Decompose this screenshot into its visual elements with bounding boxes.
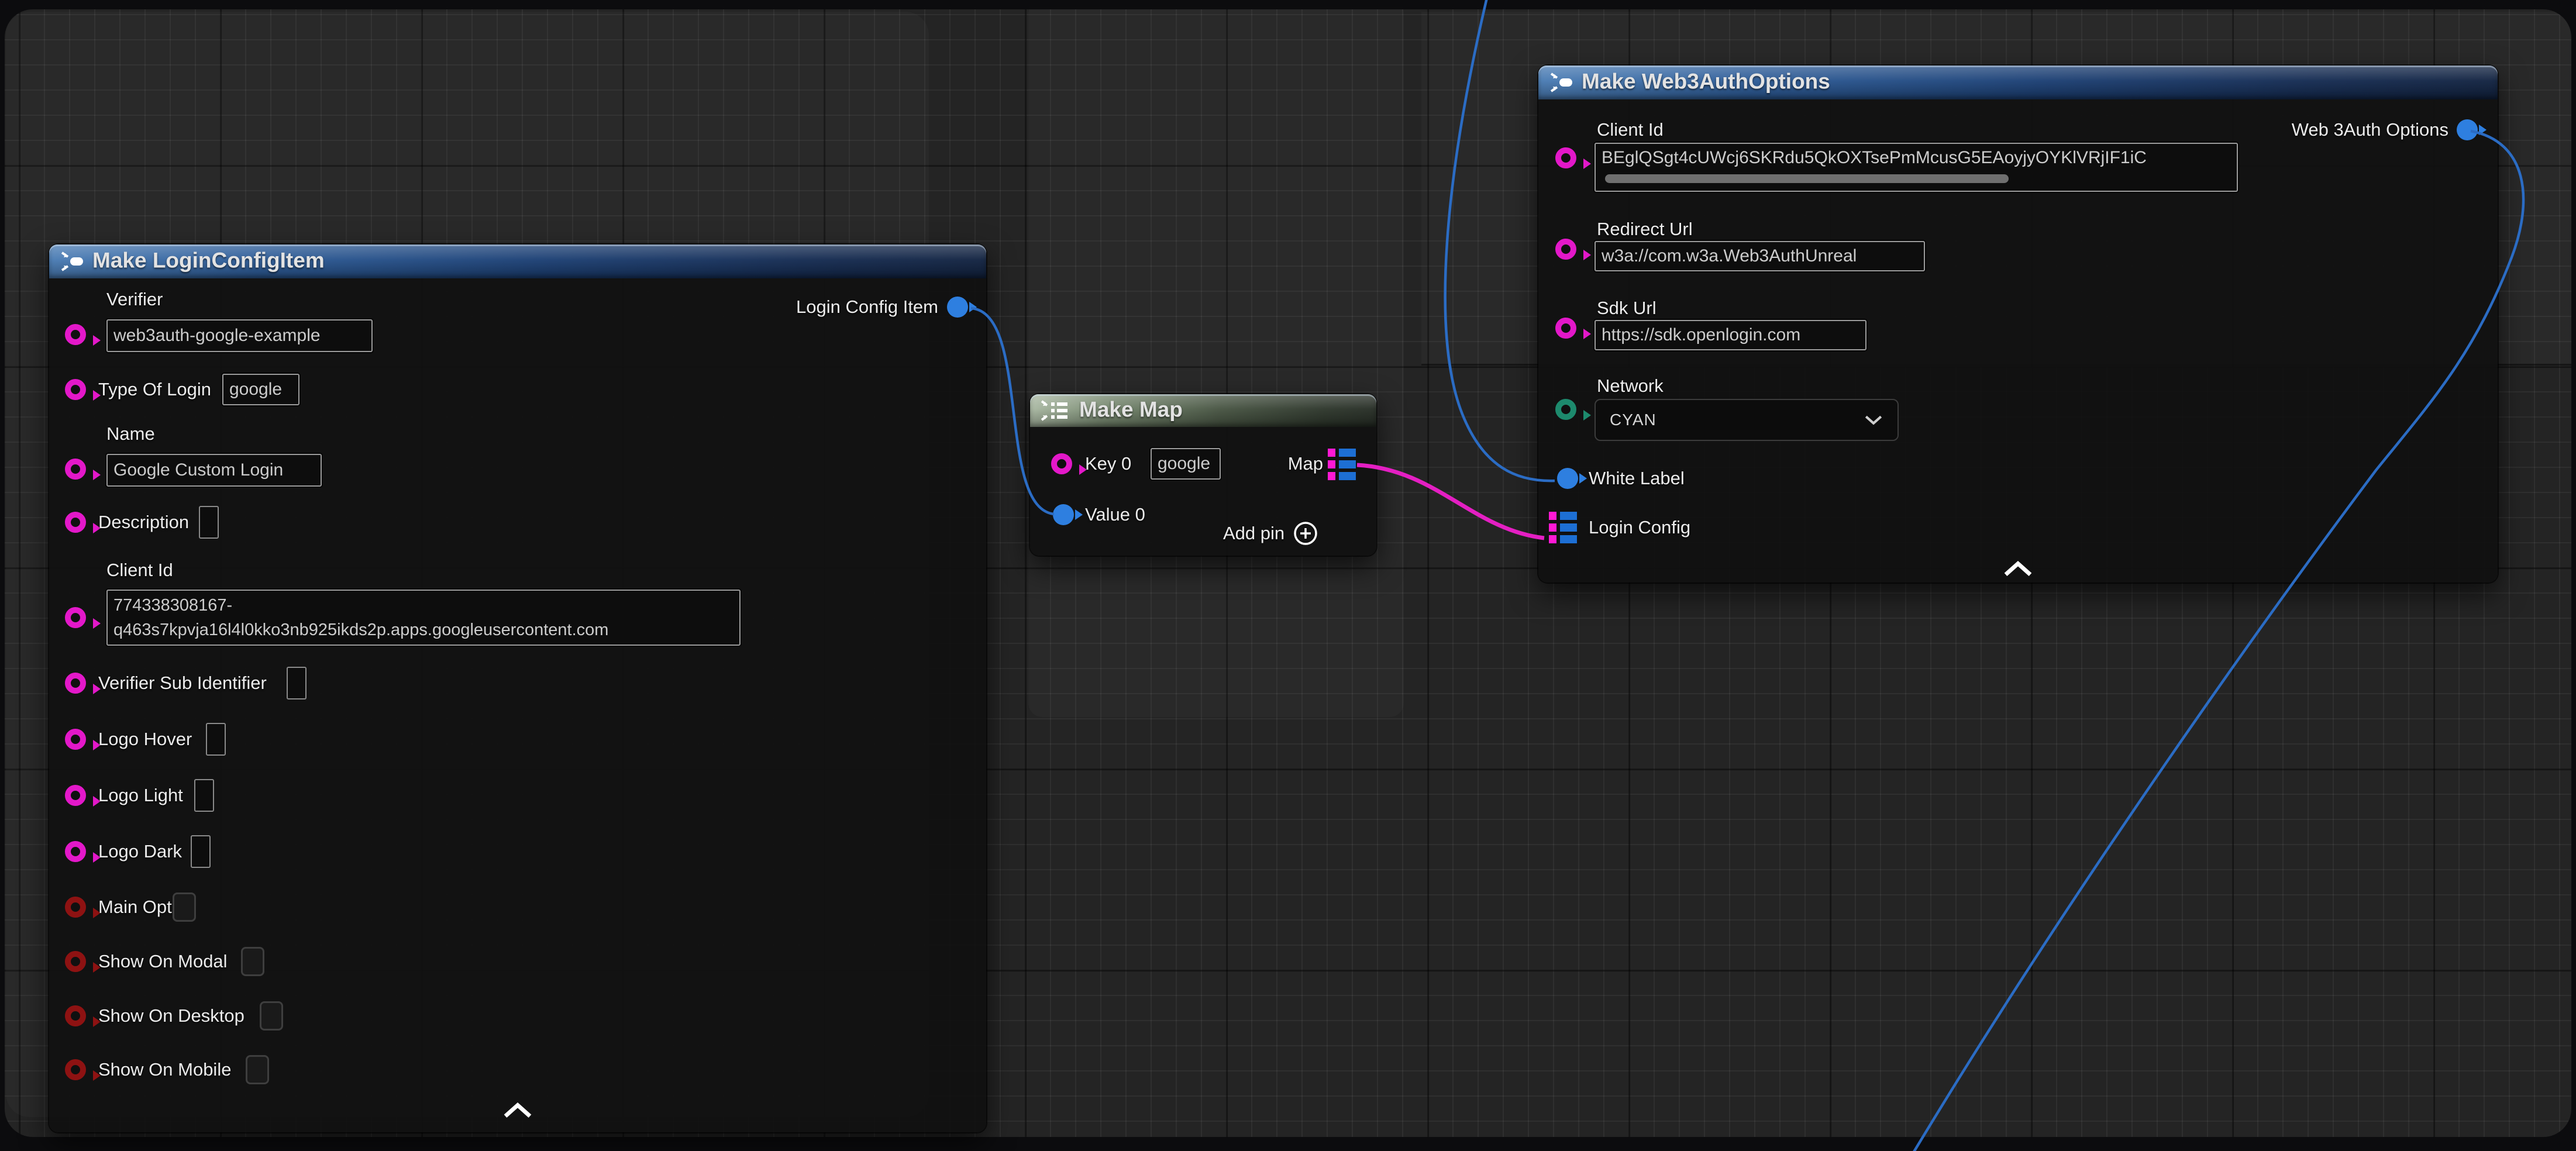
pin-label-key-0: Key 0 [1085,453,1131,474]
make-struct-icon [58,248,85,275]
client-id-line1: 774338308167- [113,593,733,618]
name-input[interactable] [106,454,322,487]
graph-region-middle [1028,9,1404,717]
collapse-node-chevron-icon[interactable] [501,1102,534,1119]
add-pin-button[interactable]: Add pin [1223,521,1318,546]
add-pin-label: Add pin [1223,523,1284,544]
pin-label-redirect-url: Redirect Url [1597,219,1693,240]
pin-label-show-on-mobile: Show On Mobile [98,1059,231,1080]
pin-label-value-0: Value 0 [1085,504,1145,525]
pin-label-verifier: Verifier [106,289,163,310]
pin-label-login-config: Login Config [1589,517,1690,538]
pin-label-logo-hover: Logo Hover [98,729,192,750]
pin-verifier-sub-identifier[interactable] [65,673,86,694]
sdk-url-input[interactable] [1594,320,1866,350]
pin-label-logo-dark: Logo Dark [98,841,182,862]
pin-description[interactable] [65,512,86,533]
network-dropdown-value: CYAN [1610,411,1657,429]
pin-label-map: Map [1230,453,1323,474]
client-id-input[interactable]: 774338308167- q463s7kpvja16l4l0kko3nb925… [106,590,741,646]
client-id-input[interactable]: BEglQSgt4cUWcj6SKRdu5QkOXTsePmMcusG5EAoy… [1594,143,2238,192]
pin-label-client-id: Client Id [106,560,173,581]
pin-show-on-modal[interactable] [65,951,86,972]
pin-key-0[interactable] [1051,453,1072,474]
add-pin-plus-icon [1293,521,1318,546]
client-id-line2: q463s7kpvja16l4l0kko3nb925ikds2p.apps.go… [113,618,733,642]
redirect-url-input[interactable] [1594,241,1925,271]
show-on-modal-checkbox[interactable] [241,947,264,976]
pin-label-white-label: White Label [1589,468,1685,489]
main-option-checkbox[interactable] [173,892,196,922]
chevron-down-icon [1864,414,1883,426]
pin-verifier[interactable] [65,324,86,345]
logo-dark-input[interactable] [191,835,211,868]
type-of-login-input[interactable] [222,374,299,405]
pin-label-type-of-login: Type Of Login [98,379,211,400]
pin-client-id[interactable] [1555,147,1576,168]
pin-client-id[interactable] [65,607,86,628]
node-title: Make LoginConfigItem [92,248,325,273]
key-0-input[interactable] [1151,448,1221,480]
pin-map-output[interactable] [1328,449,1356,480]
pin-label-client-id: Client Id [1597,119,1664,140]
pin-show-on-desktop[interactable] [65,1005,86,1026]
pin-label-verifier-sub-identifier: Verifier Sub Identifier [98,673,267,694]
verifier-sub-identifier-input[interactable] [287,667,306,699]
make-map-icon [1039,398,1070,423]
pin-redirect-url[interactable] [1555,239,1576,260]
pin-logo-hover[interactable] [65,729,86,750]
pin-logo-dark[interactable] [65,841,86,862]
network-dropdown[interactable]: CYAN [1594,399,1899,441]
client-id-text: BEglQSgt4cUWcj6SKRdu5QkOXTsePmMcusG5EAoy… [1602,148,2147,167]
node-header-make-login-config-item[interactable]: Make LoginConfigItem [49,244,986,278]
logo-light-input[interactable] [194,779,214,812]
pin-label-name: Name [106,423,155,444]
pin-white-label[interactable] [1557,468,1578,489]
node-make-login-config-item[interactable]: Make LoginConfigItem Verifier Login Conf… [49,244,986,1132]
pin-label-network: Network [1597,375,1664,397]
pin-label-show-on-desktop: Show On Desktop [98,1005,244,1026]
pin-login-config[interactable] [1549,512,1577,543]
node-title: Make Web3AuthOptions [1582,69,1830,94]
make-struct-icon [1548,69,1575,96]
pin-main-option[interactable] [65,897,86,918]
pin-web3auth-options-output[interactable] [2457,119,2478,140]
pin-logo-light[interactable] [65,785,86,806]
collapse-node-chevron-icon[interactable] [2002,560,2034,578]
pin-label-description: Description [98,512,189,533]
pin-name[interactable] [65,459,86,480]
pin-type-of-login[interactable] [65,379,86,400]
show-on-mobile-checkbox[interactable] [246,1055,269,1084]
pin-network[interactable] [1555,399,1576,420]
show-on-desktop-checkbox[interactable] [260,1001,283,1031]
pin-label-sdk-url: Sdk Url [1597,298,1657,319]
node-make-web3auth-options[interactable]: Make Web3AuthOptions Client Id Web 3Auth… [1538,66,2498,583]
client-id-scrollbar[interactable] [1605,174,2009,183]
pin-sdk-url[interactable] [1555,318,1576,339]
pin-label-show-on-modal: Show On Modal [98,951,228,972]
description-input[interactable] [199,506,219,539]
node-header-make-map[interactable]: Make Map [1030,394,1376,427]
node-header-make-web3auth-options[interactable]: Make Web3AuthOptions [1538,66,2498,99]
pin-label-login-config-item: Login Config Item [704,297,938,318]
node-make-map[interactable]: Make Map Key 0 Map Value 0 Add pin [1030,394,1376,556]
pin-value-0[interactable] [1053,504,1074,525]
node-title: Make Map [1079,397,1183,422]
pin-label-web3auth-options: Web 3Auth Options [2215,119,2448,140]
logo-hover-input[interactable] [206,723,226,756]
verifier-input[interactable] [106,319,373,352]
pin-label-logo-light: Logo Light [98,785,183,806]
pin-show-on-mobile[interactable] [65,1059,86,1080]
pin-login-config-item-output[interactable] [947,297,968,318]
